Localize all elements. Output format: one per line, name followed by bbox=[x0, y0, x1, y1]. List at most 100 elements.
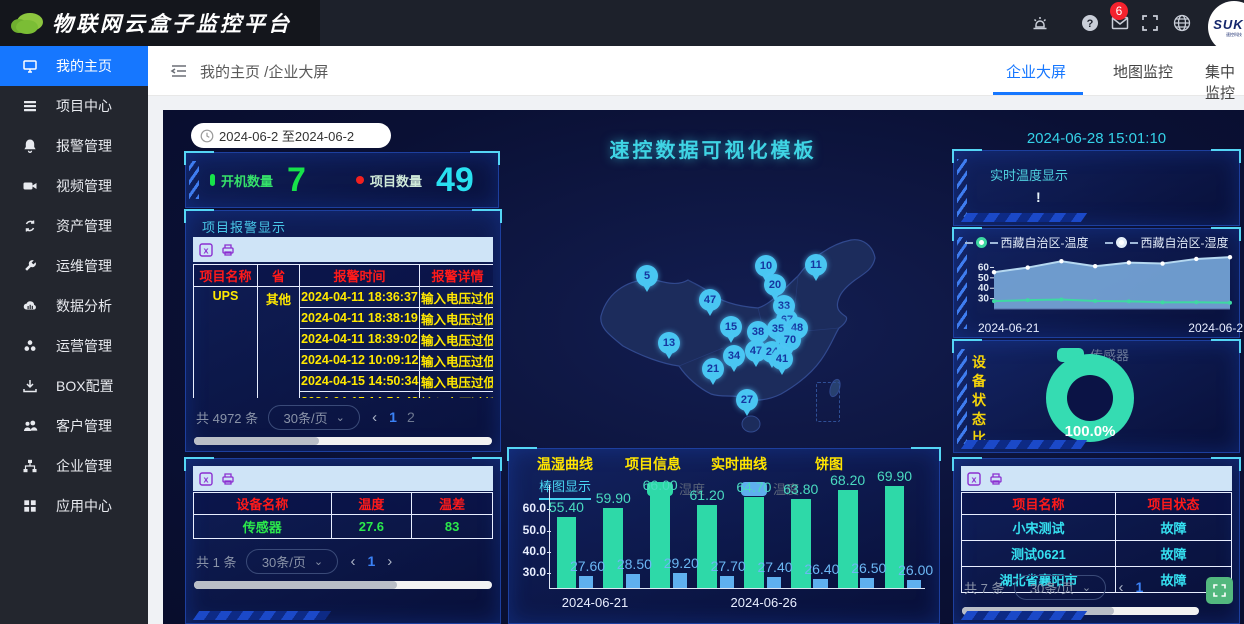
page-size-select[interactable]: 30条/页⌄ bbox=[268, 405, 360, 430]
donut-chart: 100.0% bbox=[1046, 354, 1134, 442]
cloud-logo-icon bbox=[10, 9, 44, 37]
bar-value-label: 27.70 bbox=[711, 558, 746, 574]
table-cell: 2024-04-11 18:38:19 bbox=[300, 308, 420, 329]
device-panel: x 设备名称温度温差传感器27.683 共 1 条 30条/页⌄ ‹ 1 › bbox=[185, 458, 501, 624]
sidebar-item-video[interactable]: 视频管理 bbox=[0, 166, 148, 206]
map-marker[interactable]: 11 bbox=[805, 254, 827, 276]
alarm-panel: 项目报警显示 x 项目名称省报警时间报警详情UPS其他2024-04-11 18… bbox=[185, 210, 501, 452]
tab-project-info[interactable]: 项目信息 bbox=[625, 454, 681, 474]
print-icon[interactable] bbox=[221, 472, 235, 486]
x-axis-tick: 2024-06-21 bbox=[562, 595, 629, 610]
table-cell: UPS bbox=[194, 287, 258, 399]
sidebar-item-customers[interactable]: 客户管理 bbox=[0, 406, 148, 446]
fullscreen-icon[interactable] bbox=[1140, 13, 1160, 33]
china-map: 5101147203367354870153813344724412127 bbox=[583, 228, 945, 442]
collapse-menu-icon[interactable] bbox=[170, 63, 188, 79]
sidebar-item-apps[interactable]: 应用中心 bbox=[0, 486, 148, 526]
alarm-table: 项目名称省报警时间报警详情UPS其他2024-04-11 18:36:37输入电… bbox=[193, 264, 493, 398]
print-icon[interactable] bbox=[221, 243, 235, 257]
map-marker[interactable]: 47 bbox=[699, 289, 721, 311]
sidebar-item-projects[interactable]: 项目中心 bbox=[0, 86, 148, 126]
sidebar-item-ops[interactable]: 运维管理 bbox=[0, 246, 148, 286]
map-marker[interactable]: 15 bbox=[720, 316, 742, 338]
temperature-bar bbox=[720, 576, 734, 588]
map-marker[interactable]: 20 bbox=[764, 274, 786, 296]
map-marker[interactable]: 5 bbox=[636, 265, 658, 287]
active-tab-underline bbox=[993, 92, 1083, 95]
sidebar-item-alarms[interactable]: 报警管理 bbox=[0, 126, 148, 166]
fullscreen-toggle-button[interactable] bbox=[1206, 577, 1233, 604]
stat-online: 开机数量 7 bbox=[210, 153, 306, 207]
bar-value-label: 69.90 bbox=[877, 468, 912, 484]
column-header: 报警详情 bbox=[420, 265, 494, 287]
tab-pie[interactable]: 饼图 bbox=[815, 454, 843, 474]
svg-text:x: x bbox=[971, 474, 976, 484]
legend-temp[interactable]: 西藏自治区-温度 bbox=[965, 234, 1089, 251]
horizontal-scrollbar[interactable] bbox=[194, 581, 492, 589]
sitemap-icon bbox=[22, 458, 38, 474]
page-size-select[interactable]: 30条/页⌄ bbox=[246, 549, 338, 574]
tab-realtime-curve[interactable]: 实时曲线 bbox=[711, 454, 767, 474]
dashboard: 2024-06-2 至2024-06-2 开机数量 7 项目数量 49 项目报警… bbox=[163, 110, 1244, 624]
map-marker[interactable]: 41 bbox=[771, 348, 793, 370]
page-number[interactable]: 1 bbox=[1135, 579, 1143, 595]
page-number[interactable]: 1 bbox=[389, 409, 397, 425]
brand-area: 物联网云盒子监控平台 bbox=[0, 0, 320, 46]
page-number[interactable]: 1 bbox=[367, 553, 375, 569]
tab-enterprise-screen[interactable]: 企业大屏 bbox=[1006, 61, 1066, 82]
page-size-select[interactable]: 30条/页⌄ bbox=[1014, 575, 1106, 600]
company-logo[interactable]: SUKO 速控科技 bbox=[1208, 1, 1244, 53]
excel-export-icon[interactable]: x bbox=[199, 472, 213, 486]
sidebar-item-analytics[interactable]: 数据分析 bbox=[0, 286, 148, 326]
circles-icon bbox=[22, 338, 38, 354]
legend-humidity[interactable]: 西藏自治区-湿度 bbox=[1105, 234, 1229, 251]
bar-value-label: 26.00 bbox=[898, 562, 933, 578]
table-cell: 输入电压过低 bbox=[420, 350, 494, 371]
sidebar-item-enterprise[interactable]: 企业管理 bbox=[0, 446, 148, 486]
data-table: 设备名称温度温差传感器27.683 bbox=[193, 492, 493, 539]
map-marker[interactable]: 27 bbox=[736, 389, 758, 411]
stats-panel: 开机数量 7 项目数量 49 bbox=[185, 152, 499, 208]
table-cell: 2024-04-11 18:39:02 bbox=[300, 329, 420, 350]
page-number[interactable]: 2 bbox=[407, 409, 415, 425]
prev-page-button[interactable]: ‹ bbox=[1118, 579, 1123, 596]
table-cell: 其他 bbox=[258, 287, 300, 399]
monitor-icon bbox=[22, 58, 38, 74]
print-icon[interactable] bbox=[989, 472, 1003, 486]
horizontal-scrollbar[interactable] bbox=[194, 437, 492, 445]
help-icon[interactable]: ? bbox=[1080, 13, 1100, 33]
sidebar-item-home[interactable]: 我的主页 bbox=[0, 46, 148, 86]
table-cell: 测试0621 bbox=[962, 541, 1116, 567]
next-page-button[interactable]: › bbox=[387, 553, 392, 570]
tab-humidity-curve[interactable]: 温湿曲线 bbox=[537, 454, 593, 474]
stat-projects: 项目数量 49 bbox=[356, 153, 474, 207]
sidebar-item-assets[interactable]: 资产管理 bbox=[0, 206, 148, 246]
temperature-bar bbox=[673, 573, 687, 588]
svg-text:60: 60 bbox=[978, 262, 990, 273]
map-marker[interactable]: 34 bbox=[723, 345, 745, 367]
map-marker[interactable]: 13 bbox=[658, 332, 680, 354]
date-range-input[interactable]: 2024-06-2 至2024-06-2 bbox=[191, 123, 391, 148]
tab-central-monitor[interactable]: 集中监控 bbox=[1205, 61, 1244, 103]
globe-icon[interactable] bbox=[1172, 13, 1192, 33]
prev-page-button[interactable]: ‹ bbox=[350, 553, 355, 570]
excel-export-icon[interactable]: x bbox=[967, 472, 981, 486]
tab-map-monitor[interactable]: 地图监控 bbox=[1113, 61, 1173, 82]
map-marker[interactable]: 21 bbox=[702, 358, 724, 380]
sidebar-item-box-config[interactable]: BOX配置 bbox=[0, 366, 148, 406]
bar-value-label: 26.40 bbox=[804, 561, 839, 577]
svg-text:?: ? bbox=[1087, 18, 1094, 30]
table-cell: 故障 bbox=[1115, 515, 1231, 541]
data-table: 项目名称省报警时间报警详情UPS其他2024-04-11 18:36:37输入电… bbox=[193, 264, 493, 398]
sidebar-item-operation[interactable]: 运营管理 bbox=[0, 326, 148, 366]
table-row: UPS其他2024-04-11 18:36:37输入电压过低 bbox=[194, 287, 494, 308]
column-header: 项目名称 bbox=[962, 493, 1116, 515]
column-header: 项目名称 bbox=[194, 265, 258, 287]
humidity-bar bbox=[697, 505, 717, 588]
svg-text:x: x bbox=[203, 474, 208, 484]
alarm-lamp-icon[interactable] bbox=[1030, 13, 1050, 33]
device-table: 设备名称温度温差传感器27.683 bbox=[193, 492, 493, 544]
decor-stripe bbox=[961, 213, 1087, 222]
prev-page-button[interactable]: ‹ bbox=[372, 409, 377, 426]
excel-export-icon[interactable]: x bbox=[199, 243, 213, 257]
